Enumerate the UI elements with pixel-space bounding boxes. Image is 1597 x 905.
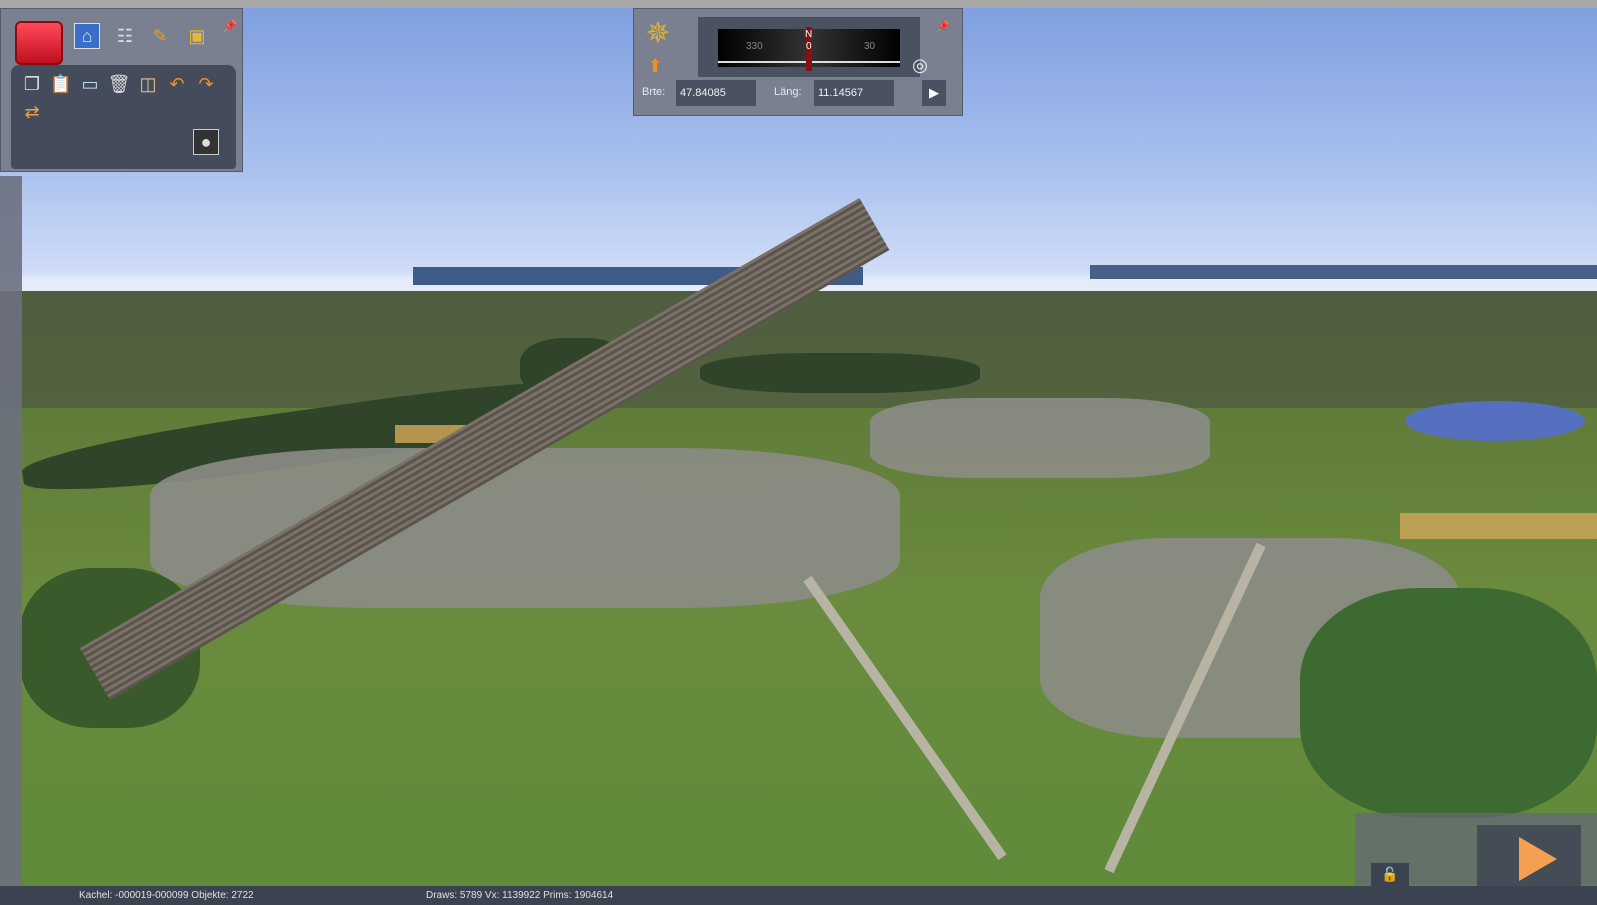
measure-icon[interactable]: ◫: [135, 71, 161, 97]
paste-icon[interactable]: 📋: [48, 71, 74, 97]
pin-icon[interactable]: 📌: [930, 13, 956, 39]
goto-coordinates-button[interactable]: ▶: [922, 80, 946, 106]
tile-object-info: Kachel: -000019-000099 Objekte: 2722: [79, 890, 254, 901]
trash-icon[interactable]: 🗑: [106, 71, 132, 97]
heading-tick-right: 30: [864, 41, 876, 52]
longitude-input[interactable]: 11.14567: [814, 80, 894, 106]
field: [1400, 513, 1597, 539]
forest: [700, 353, 980, 393]
play-button[interactable]: [1477, 825, 1581, 886]
status-bar: Kachel: -000019-000099 Objekte: 2722 Dra…: [0, 886, 1597, 905]
compass-rose-icon[interactable]: ✵: [640, 15, 676, 51]
brush-shape-icon[interactable]: ●: [193, 129, 219, 155]
copy-icon[interactable]: ❐: [19, 71, 45, 97]
industrial-area: [870, 398, 1210, 478]
heading-north-label: N: [805, 29, 813, 40]
undo-icon[interactable]: ↶: [164, 71, 190, 97]
pin-icon[interactable]: 📌: [217, 13, 243, 39]
home-icon[interactable]: ⌂: [74, 23, 100, 49]
display-icon[interactable]: ▭: [77, 71, 103, 97]
longitude-label: Läng:: [774, 86, 802, 98]
redo-icon[interactable]: ↷: [193, 71, 219, 97]
toolbox-panel: ⌂ ☷ ✎ ▣ 📌 ❐ 📋 ▭ 🗑 ◫ ↶ ↷ ⇄ ●: [0, 8, 243, 172]
track-icon[interactable]: ☷: [112, 23, 138, 49]
train-icon[interactable]: ▣: [184, 23, 210, 49]
latitude-label: Brte:: [642, 86, 666, 98]
reset-view-icon[interactable]: ◎: [907, 52, 933, 78]
village-trees: [1300, 588, 1597, 818]
latitude-input[interactable]: 47.84085: [676, 80, 756, 106]
left-side-panel[interactable]: [0, 176, 22, 886]
compass-panel: ✵ ⬆ 330 30 N 0 📌 ◎ Brte: 47.84085 Läng: …: [633, 8, 963, 116]
map-marker-icon[interactable]: ⬆: [642, 53, 668, 79]
render-stats: Draws: 5789 Vx: 1139922 Prims: 1904614: [426, 890, 614, 901]
heading-dial[interactable]: 330 30 N 0: [698, 17, 920, 77]
heading-tick-left: 330: [746, 41, 763, 52]
heading-value: 0: [806, 41, 812, 52]
bulldozer-icon[interactable]: ⇄: [19, 99, 45, 125]
lake: [1405, 401, 1585, 441]
tool-subpanel: ❐ 📋 ▭ 🗑 ◫ ↶ ↷ ⇄ ●: [11, 65, 236, 169]
paint-brush-icon[interactable]: ✎: [147, 23, 173, 49]
horizon-water: [1090, 265, 1597, 279]
unlock-icon[interactable]: 🔓: [1371, 863, 1409, 886]
window-top-edge: [0, 0, 1597, 8]
toolbox-icon[interactable]: [15, 21, 63, 65]
